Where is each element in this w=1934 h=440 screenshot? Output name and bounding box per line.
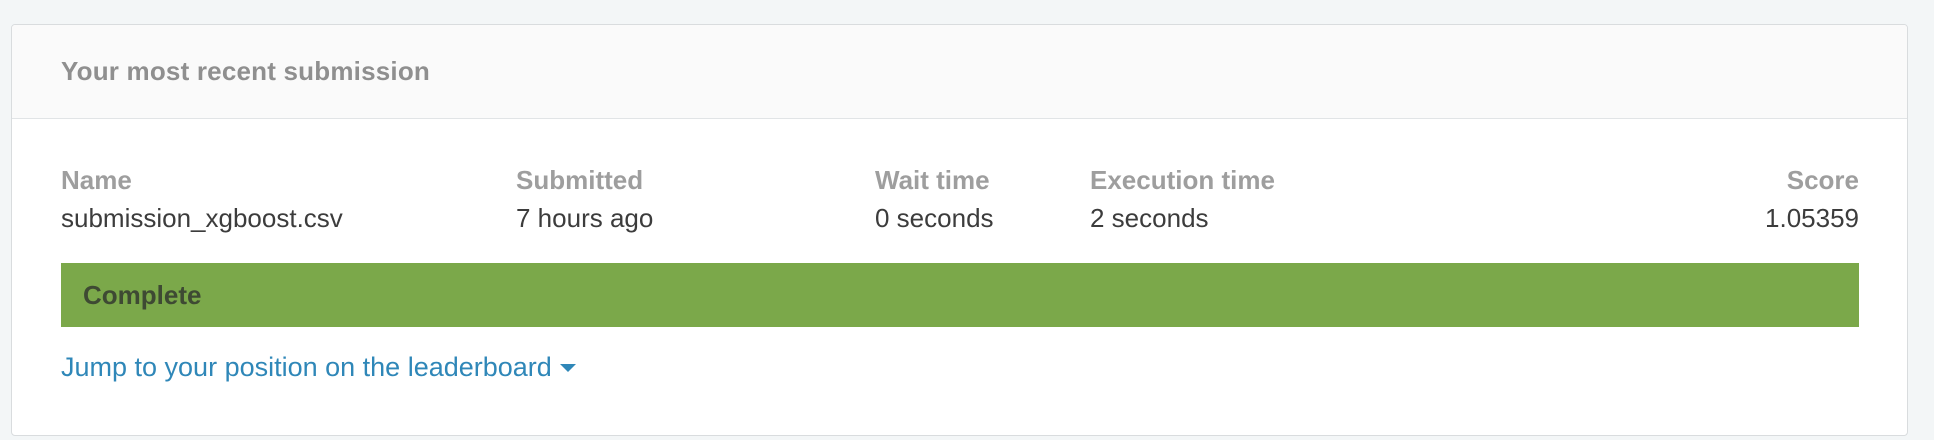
submitted-label: Submitted [516, 165, 644, 195]
name-label: Name [61, 165, 132, 195]
execution-time-column: Execution time 2 seconds [1090, 163, 1275, 235]
score-column: Score 1.05359 [1765, 163, 1859, 235]
submitted-column: Submitted 7 hours ago [516, 163, 653, 235]
submission-card: Your most recent submission Name submiss… [11, 24, 1908, 436]
card-title: Your most recent submission [61, 56, 430, 86]
status-text: Complete [83, 279, 202, 310]
jump-to-leaderboard-label: Jump to your position on the leaderboard [61, 351, 552, 382]
submitted-value: 7 hours ago [516, 203, 654, 233]
wait-time-label: Wait time [875, 165, 990, 195]
score-label: Score [1786, 165, 1859, 195]
caret-down-icon [559, 364, 576, 372]
execution-time-value: 2 seconds [1090, 203, 1209, 233]
card-header: Your most recent submission [12, 25, 1907, 119]
score-value: 1.05359 [1765, 203, 1859, 233]
status-bar: Complete [61, 263, 1859, 327]
execution-time-label: Execution time [1090, 165, 1275, 195]
name-value: submission_xgboost.csv [61, 203, 343, 233]
jump-to-leaderboard-link[interactable]: Jump to your position on the leaderboard [61, 347, 576, 387]
submission-details: Name submission_xgboost.csv Submitted 7 … [61, 163, 1859, 243]
name-column: Name submission_xgboost.csv [61, 163, 343, 235]
wait-time-value: 0 seconds [875, 203, 994, 233]
wait-time-column: Wait time 0 seconds [875, 163, 994, 235]
